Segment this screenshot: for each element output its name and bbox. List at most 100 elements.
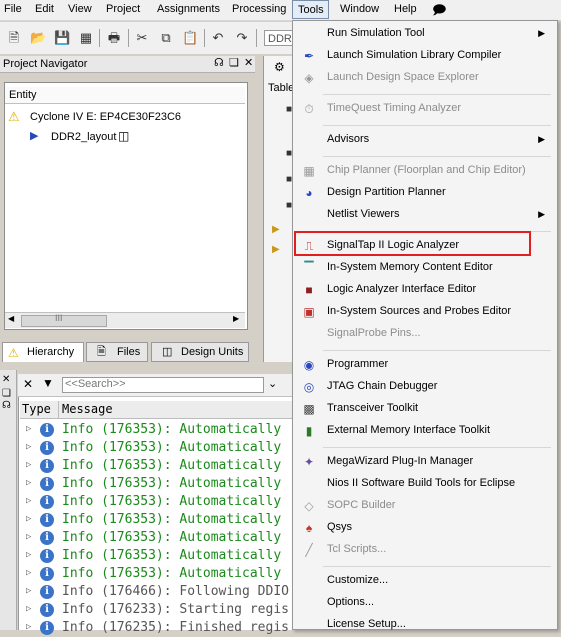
menu-file[interactable]: File: [4, 3, 22, 15]
cut-icon[interactable]: ✂: [134, 30, 150, 46]
tab-files[interactable]: 🗎 Files: [86, 342, 148, 362]
message-column-header[interactable]: Message: [62, 402, 113, 416]
expand-arrow-icon[interactable]: ▷: [26, 604, 31, 614]
menu-help[interactable]: Help: [394, 3, 417, 15]
menu-separator: [323, 125, 551, 126]
menu-item-netlist-viewers[interactable]: Netlist Viewers ▶: [293, 205, 557, 225]
search-input[interactable]: <<Search>>: [62, 377, 264, 393]
menu-item-sopc-builder[interactable]: ◇ SOPC Builder: [293, 496, 557, 516]
menu-item-advisors[interactable]: Advisors ▶: [293, 130, 557, 150]
menu-item-signalprobe-pins[interactable]: SignalProbe Pins...: [293, 324, 557, 344]
menu-item-in-system-sources-and-probes-editor[interactable]: ▣ In-System Sources and Probes Editor: [293, 302, 557, 322]
expand-arrow-icon[interactable]: ▷: [26, 442, 31, 452]
dock-icon[interactable]: ☊: [214, 56, 224, 69]
menu-item-design-partition-planner[interactable]: ◕ Design Partition Planner: [293, 183, 557, 203]
save-all-icon[interactable]: ▦: [78, 30, 94, 46]
dse-icon: ◈: [304, 71, 314, 85]
menu-item-label: MegaWizard Plug-In Manager: [327, 455, 474, 467]
menu-processing[interactable]: Processing: [232, 3, 286, 15]
message-row[interactable]: ▷ i Info (176353): Automatically: [22, 565, 293, 583]
menu-item-megawizard-plug-in-manager[interactable]: ✦ MegaWizard Plug-In Manager: [293, 452, 557, 472]
menu-item-chip-planner-floorplan-and-chip-editor[interactable]: ▦ Chip Planner (Floorplan and Chip Editor…: [293, 161, 557, 181]
filter-icon[interactable]: ▼: [42, 376, 54, 390]
menu-item-nios-ii-software-build-tools-for-eclipse[interactable]: Nios II Software Build Tools for Eclipse: [293, 474, 557, 494]
menu-item-timequest-timing-analyzer[interactable]: ⏱ TimeQuest Timing Analyzer: [293, 99, 557, 119]
menu-edit[interactable]: Edit: [35, 3, 54, 15]
expand-arrow-icon[interactable]: ▷: [26, 532, 31, 542]
entity-column-header[interactable]: Entity: [5, 87, 245, 104]
new-file-icon[interactable]: 🗎: [6, 30, 22, 46]
menu-item-logic-analyzer-interface-editor[interactable]: ■ Logic Analyzer Interface Editor: [293, 280, 557, 300]
menu-item-tcl-scripts[interactable]: ╱ Tcl Scripts...: [293, 540, 557, 560]
expand-arrow-icon[interactable]: ▷: [26, 514, 31, 524]
menu-assignments[interactable]: Assignments: [157, 3, 220, 15]
close-icon[interactable]: ✕: [244, 56, 253, 69]
close-icon[interactable]: ✕: [2, 374, 10, 385]
menu-item-external-memory-interface-toolkit[interactable]: ▮ External Memory Interface Toolkit: [293, 421, 557, 441]
message-row[interactable]: ▷ i Info (176353): Automatically: [22, 439, 293, 457]
warning-icon: ⚠: [8, 109, 20, 124]
paste-icon[interactable]: 📋: [182, 30, 198, 46]
entity-header-label: Entity: [9, 89, 37, 101]
message-row[interactable]: ▷ i Info (176353): Automatically: [22, 547, 293, 565]
chevron-down-icon[interactable]: ⌄: [268, 377, 277, 390]
message-row[interactable]: ▷ i Info (176466): Following DDIO: [22, 583, 293, 601]
table-tab[interactable]: Table: [268, 82, 294, 94]
expand-arrow-icon[interactable]: ▷: [26, 460, 31, 470]
device-row[interactable]: ⚠ Cyclone IV E: EP4CE30F23C6: [8, 109, 243, 127]
menu-item-run-simulation-tool[interactable]: Run Simulation Tool ▶: [293, 24, 557, 44]
menu-item-jtag-chain-debugger[interactable]: ◎ JTAG Chain Debugger: [293, 377, 557, 397]
undo-icon[interactable]: ↶: [210, 30, 226, 46]
tab-design-units[interactable]: ◫ Design Units: [151, 342, 249, 362]
message-row[interactable]: ▷ i Info (176353): Automatically: [22, 529, 293, 547]
expand-arrow-icon[interactable]: ▷: [26, 496, 31, 506]
menu-item-launch-design-space-explorer[interactable]: ◈ Launch Design Space Explorer: [293, 68, 557, 88]
expand-arrow-icon[interactable]: ▷: [26, 586, 31, 596]
message-row[interactable]: ▷ i Info (176353): Automatically: [22, 475, 293, 493]
dock-icon[interactable]: ☊: [2, 400, 11, 411]
message-row[interactable]: ▷ i Info (176353): Automatically: [22, 493, 293, 511]
expand-arrow-icon[interactable]: ▷: [26, 568, 31, 578]
scroll-right-icon[interactable]: ▶: [233, 314, 239, 323]
scroll-thumb[interactable]: III: [21, 313, 107, 327]
type-column-header[interactable]: Type: [22, 402, 51, 416]
save-icon[interactable]: 💾: [54, 30, 70, 46]
expand-arrow-icon[interactable]: ▷: [26, 478, 31, 488]
message-row[interactable]: ▷ i Info (176235): Finished regis: [22, 619, 293, 637]
menu-item-transceiver-toolkit[interactable]: ▩ Transceiver Toolkit: [293, 399, 557, 419]
menu-project[interactable]: Project: [106, 3, 140, 15]
print-icon[interactable]: 🖶: [106, 30, 122, 46]
message-row[interactable]: ▷ i Info (176233): Starting regis: [22, 601, 293, 619]
redo-icon[interactable]: ↷: [234, 30, 250, 46]
menu-view[interactable]: View: [68, 3, 92, 15]
menu-item-launch-simulation-library-compiler[interactable]: ✒ Launch Simulation Library Compiler: [293, 46, 557, 66]
scroll-left-icon[interactable]: ◀: [8, 314, 14, 323]
toolbar-separator: [204, 29, 205, 47]
tab-hierarchy[interactable]: ⚠ Hierarchy: [2, 342, 84, 362]
message-row[interactable]: ▷ i Info (176353): Automatically: [22, 421, 293, 439]
lai-icon: ■: [305, 283, 313, 297]
expand-arrow-icon[interactable]: ▷: [26, 550, 31, 560]
stopwatch-icon: ⏱: [304, 102, 314, 116]
warning-icon: ⚠: [8, 346, 19, 360]
restore-icon[interactable]: ❏: [2, 388, 11, 399]
menu-window[interactable]: Window: [340, 3, 379, 15]
close-icon[interactable]: ✕: [23, 377, 33, 391]
message-row[interactable]: ▷ i Info (176353): Automatically: [22, 457, 293, 475]
menu-item-qsys[interactable]: ♠ Qsys: [293, 518, 557, 538]
restore-icon[interactable]: ❏: [229, 56, 239, 69]
copy-icon[interactable]: ⧉: [158, 30, 174, 46]
entity-row[interactable]: ▶ DDR2_layout ◫: [30, 129, 245, 147]
menu-item-programmer[interactable]: ◉ Programmer: [293, 355, 557, 375]
menu-tools[interactable]: Tools: [292, 0, 329, 19]
message-row[interactable]: ▷ i Info (176353): Automatically: [22, 511, 293, 529]
menu-item-in-system-memory-content-editor[interactable]: ▔ In-System Memory Content Editor: [293, 258, 557, 278]
menu-item-options[interactable]: Options...: [293, 593, 557, 613]
expand-arrow-icon[interactable]: ▷: [26, 622, 31, 632]
device-field[interactable]: DDR2: [264, 30, 292, 46]
expand-arrow-icon[interactable]: ▷: [26, 424, 31, 434]
menu-item-license-setup[interactable]: License Setup...: [293, 615, 557, 635]
menu-item-customize[interactable]: Customize...: [293, 571, 557, 591]
open-folder-icon[interactable]: 📂: [30, 30, 46, 46]
horizontal-scrollbar[interactable]: ◀ III ▶: [5, 312, 245, 328]
